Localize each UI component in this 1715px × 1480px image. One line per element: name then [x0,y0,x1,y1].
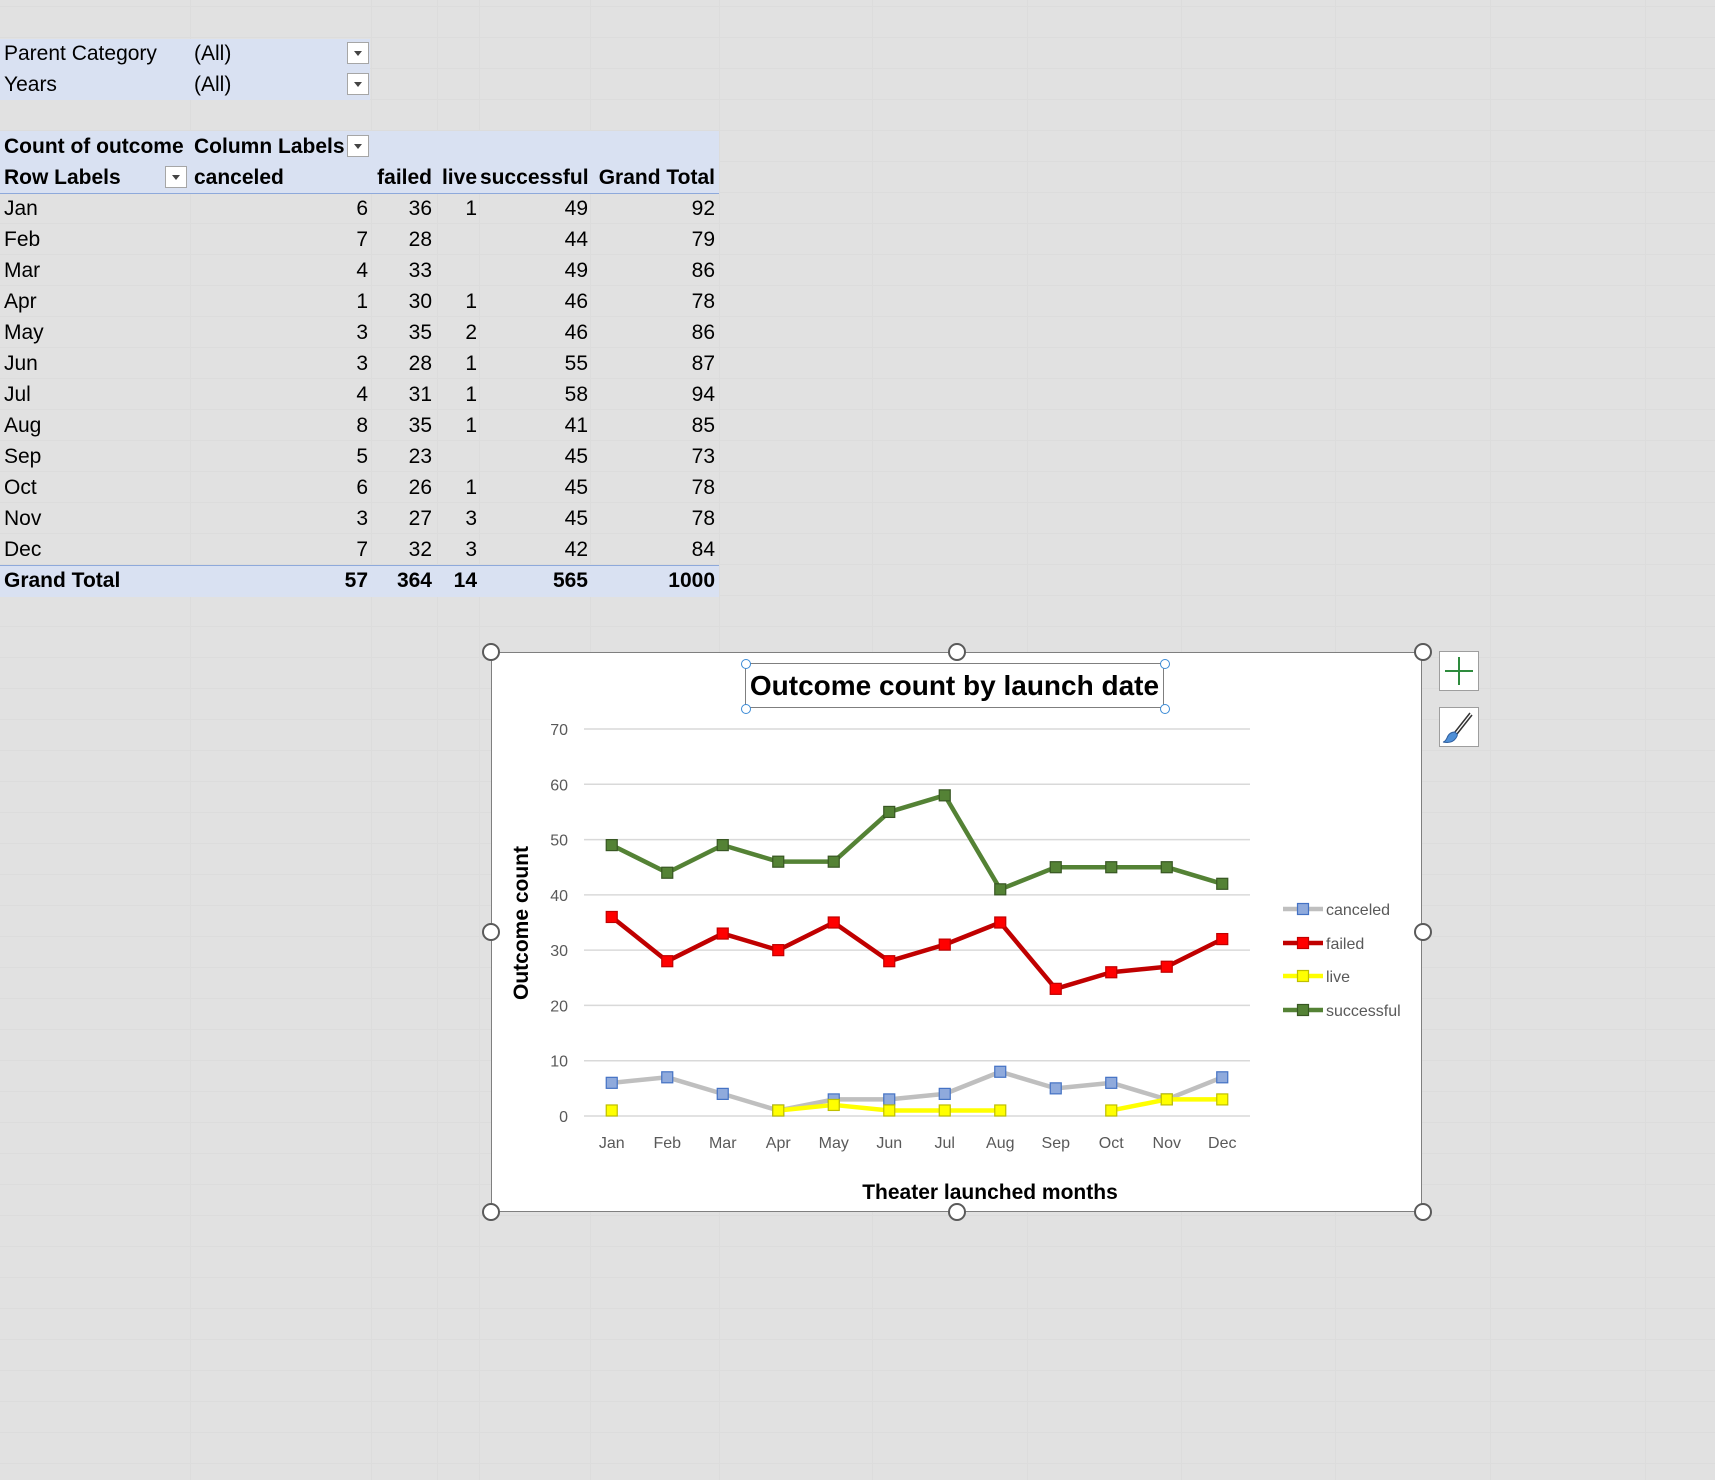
data-point-canceled [1105,1076,1118,1089]
data-point-failed [605,910,618,924]
x-tick-label: Mar [709,1135,737,1152]
legend-label-live: live [1326,969,1350,986]
chart-styles-button[interactable] [1439,707,1479,747]
data-point-live [605,1104,618,1117]
paintbrush-icon [1442,712,1473,743]
title-handle-top-right[interactable] [1160,659,1170,669]
data-point-canceled [1049,1082,1062,1095]
data-point-successful [772,855,785,868]
y-tick-label: 60 [550,777,568,794]
legend-label-canceled: canceled [1326,902,1390,919]
x-tick-label: Jul [935,1135,955,1152]
data-point-failed [1049,982,1062,995]
chart-resize-handle-bottom-right[interactable] [1414,1203,1432,1221]
plus-icon [1445,657,1473,685]
title-handle-bottom-left[interactable] [741,704,751,714]
x-tick-label: May [819,1135,849,1152]
data-point-live [994,1104,1007,1117]
legend-marker-successful [1296,1003,1310,1017]
title-handle-top-left[interactable] [741,659,751,669]
y-tick-label: 10 [550,1054,568,1071]
legend-label-successful: successful [1326,1003,1401,1020]
data-point-failed [994,916,1007,929]
data-point-successful [716,838,729,852]
y-tick-label: 30 [550,943,568,960]
legend-marker-failed [1296,936,1310,950]
data-point-canceled [605,1076,618,1089]
data-point-canceled [994,1065,1007,1078]
x-axis-title: Theater launched months [862,1181,1118,1204]
data-point-successful [994,883,1007,896]
data-point-canceled [883,1093,896,1106]
chart-resize-handle-top-right[interactable] [1414,643,1432,661]
x-tick-label: Oct [1099,1135,1124,1152]
series-line-successful [610,793,1223,892]
title-handle-bottom-right[interactable] [1160,704,1170,714]
data-point-live [1216,1093,1229,1106]
data-point-failed [883,955,896,968]
data-point-failed [1216,932,1229,946]
data-point-failed [827,916,840,929]
data-point-live [1160,1093,1173,1106]
data-point-failed [1105,966,1118,979]
data-point-failed [716,927,729,940]
data-point-successful [938,789,951,802]
chart-resize-handle-left[interactable] [482,923,500,941]
data-point-successful [1105,861,1118,874]
chart-resize-handle-top[interactable] [948,643,966,661]
data-point-failed [772,944,785,957]
x-tick-label: Aug [986,1135,1014,1152]
data-point-successful [605,838,618,852]
x-tick-label: Sep [1042,1135,1071,1152]
chart-resize-handle-bottom[interactable] [948,1203,966,1221]
legend-marker-live [1296,969,1310,983]
y-tick-label: 20 [550,998,568,1015]
data-point-canceled [1216,1071,1229,1084]
data-point-failed [661,955,674,968]
data-point-live [772,1104,785,1117]
x-tick-label: Jan [599,1135,625,1152]
data-point-failed [1160,960,1173,973]
data-point-live [827,1098,840,1112]
data-point-successful [883,805,896,819]
x-tick-label: Apr [766,1135,792,1152]
data-point-live [938,1104,951,1117]
data-point-successful [1049,861,1062,874]
legend-marker-canceled [1296,902,1310,916]
legend-label-failed: failed [1326,936,1364,953]
chart-elements-button[interactable] [1439,651,1479,691]
chart-resize-handle-right[interactable] [1414,923,1432,941]
y-axis-title: Outcome count [510,846,533,1000]
chart-resize-handle-bottom-left[interactable] [482,1203,500,1221]
data-point-live [1105,1104,1118,1117]
data-point-successful [1216,877,1229,890]
y-tick-label: 70 [550,722,568,739]
y-tick-label: 50 [550,833,568,850]
series-line-failed [610,915,1224,992]
data-point-successful [1160,861,1173,874]
data-point-successful [827,855,840,868]
data-point-canceled [938,1087,951,1100]
y-tick-label: 0 [559,1109,568,1126]
x-tick-label: Feb [653,1135,681,1152]
x-tick-label: Nov [1153,1135,1181,1152]
data-point-successful [661,866,674,879]
x-tick-label: Jun [876,1135,902,1152]
chart-resize-handle-top-left[interactable] [482,643,500,661]
data-point-live [883,1104,896,1117]
data-point-canceled [716,1087,729,1100]
data-point-canceled [661,1071,674,1084]
y-tick-label: 40 [550,888,568,905]
data-point-failed [938,938,951,951]
x-tick-label: Dec [1208,1135,1236,1152]
